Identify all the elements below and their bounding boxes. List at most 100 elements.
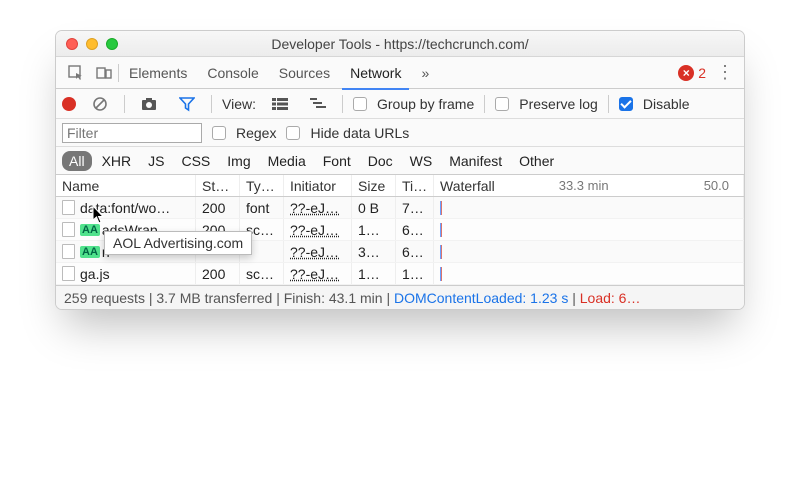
error-icon[interactable]: × — [678, 65, 694, 81]
minimize-window-button[interactable] — [86, 38, 98, 50]
filter-input[interactable] — [62, 123, 202, 143]
col-name[interactable]: Name — [56, 175, 196, 196]
tab-network[interactable]: Network — [340, 57, 411, 89]
error-count[interactable]: 2 — [698, 65, 706, 81]
filter-xhr[interactable]: XHR — [95, 151, 139, 171]
capture-screenshot-icon[interactable] — [135, 90, 163, 118]
file-icon — [62, 222, 75, 237]
col-type[interactable]: Ty… — [240, 175, 284, 196]
regex-checkbox[interactable] — [212, 126, 226, 140]
regex-label: Regex — [236, 125, 276, 141]
axis-tick: 50.0 — [704, 178, 729, 193]
separator — [211, 95, 212, 113]
filter-manifest[interactable]: Manifest — [442, 151, 509, 171]
filter-img[interactable]: Img — [220, 151, 257, 171]
tracker-badge: AA — [80, 246, 100, 258]
row-size: 1… — [352, 219, 396, 240]
status-finish: Finish: 43.1 min — [284, 290, 383, 306]
group-by-frame-label: Group by frame — [377, 96, 474, 112]
row-name: ga.js — [80, 266, 110, 282]
waterfall-axis: . 33.3 min 50.0 — [440, 178, 744, 193]
waterfall-bar — [440, 201, 442, 215]
large-rows-icon[interactable] — [266, 90, 294, 118]
zoom-window-button[interactable] — [106, 38, 118, 50]
device-toolbar-icon[interactable] — [90, 59, 118, 87]
row-initiator[interactable]: ??-eJ… — [290, 266, 339, 282]
titlebar: Developer Tools - https://techcrunch.com… — [56, 31, 744, 57]
traffic-lights — [66, 38, 118, 50]
row-time: 6… — [396, 241, 434, 262]
waterfall-bar — [440, 267, 442, 281]
disable-cache-checkbox[interactable] — [619, 97, 633, 111]
row-status: 200 — [196, 263, 240, 284]
waterfall-bar — [440, 223, 442, 237]
col-waterfall[interactable]: Waterfall . 33.3 min 50.0 — [434, 175, 744, 196]
table-row[interactable]: ga.js 200 sc… ??-eJ… 1… 1… — [56, 263, 744, 285]
clear-button[interactable] — [86, 90, 114, 118]
more-tabs[interactable]: » — [411, 57, 439, 89]
col-time[interactable]: Ti… — [396, 175, 434, 196]
filter-js[interactable]: JS — [141, 151, 171, 171]
row-initiator[interactable]: ??-eJ… — [290, 244, 339, 260]
row-initiator[interactable]: ??-eJ… — [290, 200, 339, 216]
close-window-button[interactable] — [66, 38, 78, 50]
tracker-tooltip: AOL Advertising.com — [104, 231, 252, 255]
status-bar: 259 requests | 3.7 MB transferred | Fini… — [56, 285, 744, 309]
settings-menu-icon[interactable]: ⋮ — [706, 62, 744, 83]
tab-console[interactable]: Console — [197, 57, 268, 89]
separator — [342, 95, 343, 113]
hide-data-urls-checkbox[interactable] — [286, 126, 300, 140]
col-status[interactable]: St… — [196, 175, 240, 196]
filter-row: Regex Hide data URLs — [56, 119, 744, 147]
filter-font[interactable]: Font — [316, 151, 358, 171]
preserve-log-checkbox[interactable] — [495, 97, 509, 111]
record-button[interactable] — [62, 97, 76, 111]
filter-ws[interactable]: WS — [403, 151, 440, 171]
separator — [484, 95, 485, 113]
disable-cache-label: Disable — [643, 96, 690, 112]
status-requests: 259 requests — [64, 290, 145, 306]
separator — [124, 95, 125, 113]
devtools-window: Developer Tools - https://techcrunch.com… — [55, 30, 745, 310]
table-row[interactable]: data:font/wo… 200 font ??-eJ… 0 B 7… — [56, 197, 744, 219]
row-time: 7… — [396, 197, 434, 218]
status-transferred: 3.7 MB transferred — [156, 290, 272, 306]
tab-sources[interactable]: Sources — [269, 57, 340, 89]
hide-data-urls-label: Hide data URLs — [310, 125, 409, 141]
row-name: data:font/wo… — [80, 200, 170, 216]
panel-tabs: Elements Console Sources Network » × 2 ⋮ — [56, 57, 744, 89]
row-status: 200 — [196, 197, 240, 218]
row-initiator[interactable]: ??-eJ… — [290, 222, 339, 238]
group-by-frame-checkbox[interactable] — [353, 97, 367, 111]
row-size: 1… — [352, 263, 396, 284]
tracker-badge: AA — [80, 224, 100, 236]
status-domcontentloaded: DOMContentLoaded: 1.23 s — [394, 290, 568, 306]
filter-other[interactable]: Other — [512, 151, 561, 171]
separator — [608, 95, 609, 113]
network-toolbar: View: Group by frame Preserve log Disabl… — [56, 89, 744, 119]
tab-elements[interactable]: Elements — [119, 57, 197, 89]
row-time: 1… — [396, 263, 434, 284]
row-type: sc… — [240, 263, 284, 284]
inspect-element-icon[interactable] — [62, 59, 90, 87]
waterfall-bar — [440, 245, 442, 259]
window-title: Developer Tools - https://techcrunch.com… — [56, 36, 744, 52]
col-size[interactable]: Size — [352, 175, 396, 196]
filter-all[interactable]: All — [62, 151, 92, 171]
row-size: 3… — [352, 241, 396, 262]
file-icon — [62, 244, 75, 259]
waterfall-view-icon[interactable] — [304, 90, 332, 118]
request-table: Name St… Ty… Initiator Size Ti… Waterfal… — [56, 175, 744, 285]
table-header: Name St… Ty… Initiator Size Ti… Waterfal… — [56, 175, 744, 197]
filter-icon[interactable] — [173, 90, 201, 118]
row-type: font — [240, 197, 284, 218]
axis-tick: 33.3 min — [559, 178, 609, 193]
file-icon — [62, 200, 75, 215]
file-icon — [62, 266, 75, 281]
filter-css[interactable]: CSS — [174, 151, 217, 171]
row-size: 0 B — [352, 197, 396, 218]
col-initiator[interactable]: Initiator — [284, 175, 352, 196]
view-label: View: — [222, 96, 256, 112]
filter-media[interactable]: Media — [261, 151, 313, 171]
filter-doc[interactable]: Doc — [361, 151, 400, 171]
